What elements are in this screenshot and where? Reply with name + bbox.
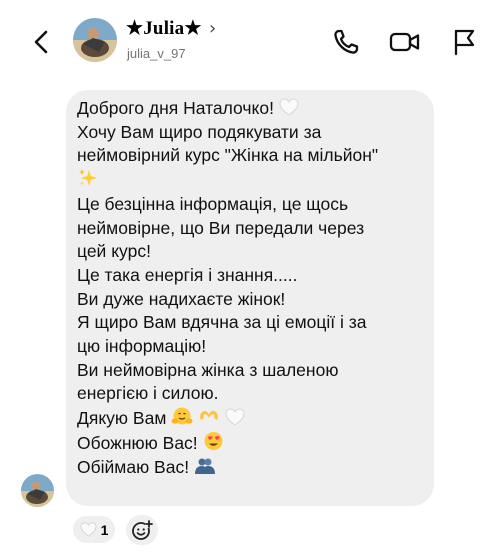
message-line: Доброго дня Наталочко! xyxy=(77,97,424,121)
reaction-count: 1 xyxy=(100,521,109,538)
white-heart-icon xyxy=(80,522,97,537)
people-hugging-emoji xyxy=(194,457,216,475)
contact-name[interactable]: ★Julia★ xyxy=(126,17,202,40)
message-line: неймовірне, що Ви передали через xyxy=(77,217,365,238)
message-line: цей курс! xyxy=(77,241,151,262)
video-camera-icon[interactable] xyxy=(389,27,421,57)
message-line xyxy=(77,168,424,193)
reaction-pill[interactable]: 1 xyxy=(71,514,117,545)
message-line: Хочу Вам щиро подякувати за xyxy=(77,121,322,142)
chevron-right-icon[interactable]: › xyxy=(209,18,216,39)
phone-icon[interactable] xyxy=(331,27,361,57)
message-line: Обіймаю Вас! xyxy=(77,456,424,480)
heart-eyes-face-emoji xyxy=(203,431,224,451)
flag-icon[interactable] xyxy=(449,27,479,57)
message-line: Дякую Вам xyxy=(77,406,424,431)
message-line: Це безцінна інформація, це щось xyxy=(77,193,349,214)
message-line: енергією і силою. xyxy=(77,383,219,404)
white-heart-emoji xyxy=(225,408,245,426)
sparkles-emoji xyxy=(77,168,99,188)
add-reaction-icon[interactable] xyxy=(126,515,158,545)
message-line: Обожнюю Вас! xyxy=(77,431,424,456)
message-line: Ви неймовірна жінка з шаленою xyxy=(77,359,339,380)
message-line: цю інформацію! xyxy=(77,336,207,357)
heart-hands-emoji xyxy=(198,406,220,426)
message-line: неймовірний курс "Жінка на мільйон" xyxy=(77,145,379,166)
avatar[interactable] xyxy=(73,18,117,62)
message-line: Я щиро Вам вдячна за ці емоції і за xyxy=(77,312,367,333)
back-arrow-icon[interactable] xyxy=(30,28,54,56)
chat-header: ★Julia★ › julia_v_97 xyxy=(0,0,500,82)
contact-handle: julia_v_97 xyxy=(127,46,186,61)
message-bubble[interactable]: Доброго дня Наталочко! Хочу Вам щиро под… xyxy=(66,90,434,506)
sender-avatar[interactable] xyxy=(21,474,54,507)
message-line: Ви дуже надихаєте жінок! xyxy=(77,288,286,309)
hugging-face-emoji xyxy=(171,406,193,426)
message-line: Це така енергія і знання..... xyxy=(77,264,298,285)
white-heart-emoji xyxy=(279,98,299,116)
